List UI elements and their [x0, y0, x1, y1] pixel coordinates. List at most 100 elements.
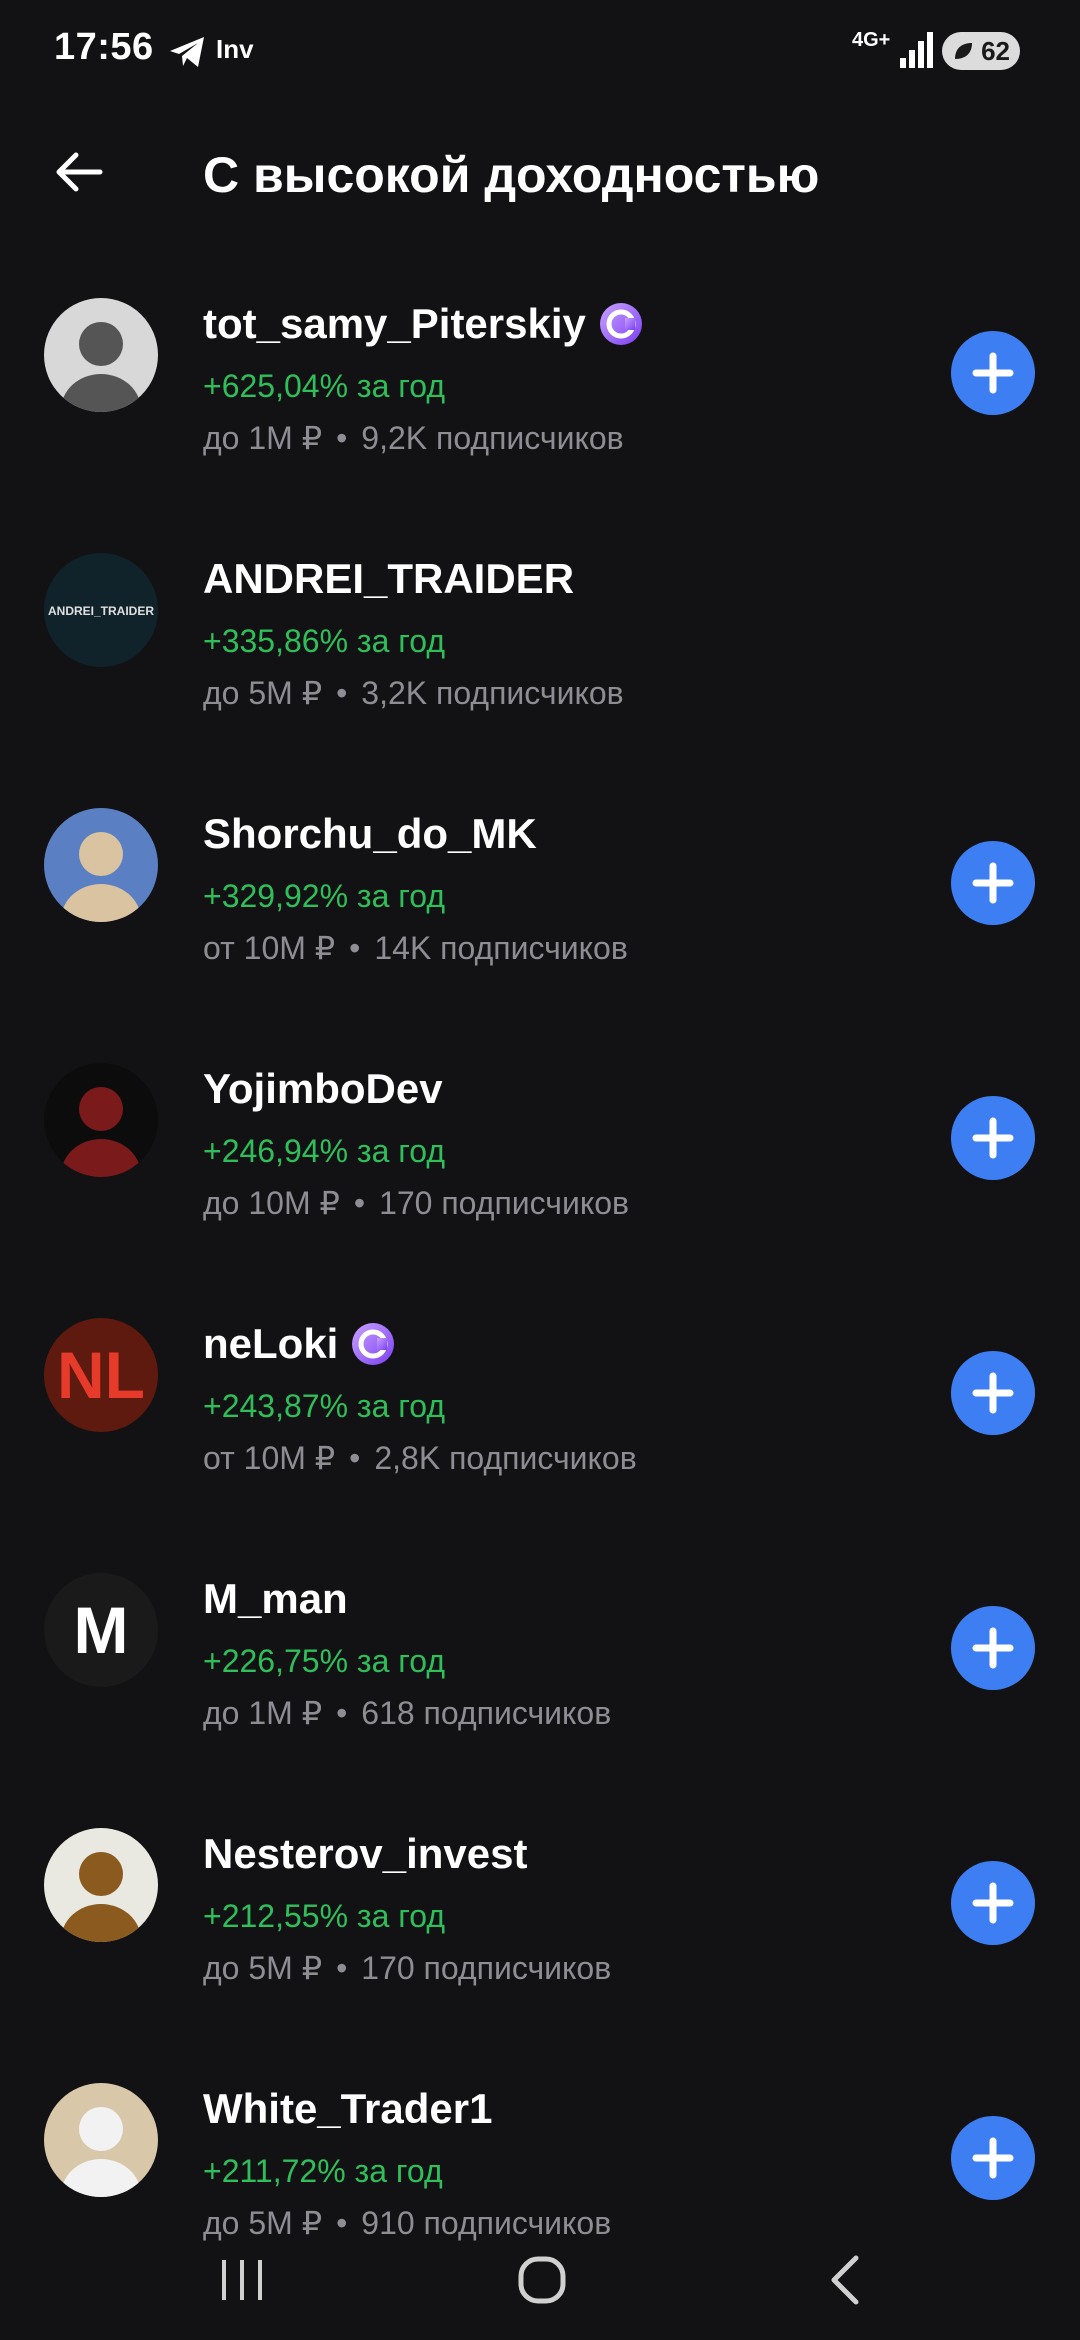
- author-name: White_Trader1: [203, 2085, 493, 2132]
- signal-icon: [900, 32, 933, 68]
- author-avatar[interactable]: ANDREI_TRAIDER: [44, 553, 158, 667]
- author-avatar[interactable]: M: [44, 1573, 158, 1687]
- subscriber-count: 2,8K подписчиков: [374, 1440, 637, 1476]
- plus-icon: [972, 1882, 1014, 1924]
- follow-button[interactable]: [951, 1096, 1035, 1180]
- author-avatar[interactable]: NL: [44, 1318, 158, 1432]
- subscriber-count: 3,2K подписчиков: [361, 675, 624, 711]
- author-name: Nesterov_invest: [203, 1830, 528, 1877]
- plus-icon: [972, 1372, 1014, 1414]
- author-yield: +335,86% за год: [203, 623, 445, 659]
- separator-dot: •: [336, 420, 348, 456]
- network-type: 4G+: [852, 29, 891, 51]
- author-meta: до 1М ₽ • 9,2K подписчиков: [203, 419, 624, 457]
- author-row[interactable]: NL neLoki +243,87% за год от 10М ₽ • 2,8K под…: [0, 1302, 1080, 1557]
- battery-level: 62: [981, 36, 1010, 66]
- follow-button[interactable]: [951, 1351, 1035, 1435]
- author-avatar[interactable]: [44, 1828, 158, 1942]
- author-name: neLoki: [203, 1320, 339, 1367]
- system-nav-bar: [0, 2240, 1080, 2310]
- author-avatar[interactable]: [44, 298, 158, 412]
- author-row[interactable]: tot_samy_Piterskiy +625,04% за год до 1М ₽…: [0, 282, 1080, 537]
- author-meta: до 10М ₽ • 170 подписчиков: [203, 1184, 629, 1222]
- author-name-line: White_Trader1: [203, 2085, 492, 2133]
- author-name: ANDREI_TRAIDER: [203, 555, 575, 602]
- status-time: 17:56: [54, 26, 154, 68]
- status-bar: 17:56 Inv 4G+ 62: [0, 0, 1080, 100]
- investment-range: до 5М ₽: [203, 2205, 323, 2241]
- authors-list: tot_samy_Piterskiy +625,04% за год до 1М ₽…: [0, 282, 1080, 2322]
- author-name-line: ANDREI_TRAIDER: [203, 555, 574, 603]
- subscriber-count: 618 подписчиков: [361, 1695, 612, 1731]
- plus-icon: [972, 1117, 1014, 1159]
- page-title: С высокой доходностью: [203, 147, 820, 203]
- author-yield: +211,72% за год: [203, 2153, 443, 2189]
- separator-dot: •: [336, 1695, 348, 1731]
- author-meta: до 5М ₽ • 910 подписчиков: [203, 2204, 611, 2242]
- investment-range: до 1М ₽: [203, 1695, 323, 1731]
- author-yield: +243,87% за год: [203, 1388, 445, 1424]
- investment-range: до 5М ₽: [203, 675, 323, 711]
- home-icon[interactable]: [512, 2250, 572, 2310]
- author-name-line: neLoki: [203, 1320, 396, 1368]
- separator-dot: •: [336, 1950, 348, 1986]
- author-row[interactable]: Shorchu_do_MK +329,92% за год от 10М ₽ • 14K…: [0, 792, 1080, 1047]
- app-indicator-text: Inv: [216, 34, 254, 64]
- investment-range: до 10М ₽: [203, 1185, 340, 1221]
- author-avatar[interactable]: [44, 1063, 158, 1177]
- follow-button[interactable]: [951, 1606, 1035, 1690]
- author-meta: до 5М ₽ • 170 подписчиков: [203, 1949, 611, 1987]
- follow-button[interactable]: [951, 2116, 1035, 2200]
- subscriber-count: 14K подписчиков: [374, 930, 628, 966]
- recent-apps-icon[interactable]: [212, 2250, 272, 2310]
- premium-badge-icon: [599, 303, 642, 345]
- author-yield: +625,04% за год: [203, 368, 445, 404]
- author-avatar[interactable]: [44, 2083, 158, 2197]
- investment-range: до 5М ₽: [203, 1950, 323, 1986]
- separator-dot: •: [349, 1440, 361, 1476]
- follow-button[interactable]: [951, 1861, 1035, 1945]
- subscriber-count: 910 подписчиков: [361, 2205, 612, 2241]
- plus-icon: [972, 1627, 1014, 1669]
- author-meta: от 10М ₽ • 14K подписчиков: [203, 929, 628, 967]
- author-name: tot_samy_Piterskiy: [203, 300, 586, 347]
- author-meta: до 1М ₽ • 618 подписчиков: [203, 1694, 611, 1732]
- investment-range: до 1М ₽: [203, 420, 323, 456]
- plus-icon: [972, 2137, 1014, 2179]
- plus-icon: [972, 862, 1014, 904]
- separator-dot: •: [353, 1185, 366, 1221]
- author-name: YojimboDev: [203, 1065, 443, 1112]
- back-arrow-icon[interactable]: [48, 142, 108, 202]
- author-yield: +212,55% за год: [203, 1898, 445, 1934]
- premium-badge-icon: [352, 1323, 395, 1365]
- author-row[interactable]: M M_man +226,75% за год до 1М ₽ • 618 подписч…: [0, 1557, 1080, 1812]
- battery-indicator: 62: [942, 32, 1020, 70]
- back-icon[interactable]: [816, 2250, 876, 2310]
- author-name-line: Shorchu_do_MK: [203, 810, 537, 858]
- author-row[interactable]: YojimboDev +246,94% за год до 10М ₽ • 170 по…: [0, 1047, 1080, 1302]
- author-avatar[interactable]: [44, 808, 158, 922]
- author-row[interactable]: Nesterov_invest +212,55% за год до 5М ₽ • 17…: [0, 1812, 1080, 2067]
- telegram-icon: [170, 37, 204, 67]
- svg-text:M: M: [74, 1593, 129, 1667]
- author-row[interactable]: ANDREI_TRAIDER ANDREI_TRAIDER +335,86% за …: [0, 537, 1080, 792]
- subscriber-count: 9,2K подписчиков: [361, 420, 624, 456]
- plus-icon: [972, 352, 1014, 394]
- svg-text:ANDREI_TRAIDER: ANDREI_TRAIDER: [48, 604, 154, 618]
- author-name: Shorchu_do_MK: [203, 810, 537, 857]
- author-yield: +246,94% за год: [203, 1133, 445, 1169]
- separator-dot: •: [349, 930, 361, 966]
- separator-dot: •: [336, 675, 348, 711]
- author-name-line: Nesterov_invest: [203, 1830, 528, 1878]
- subscriber-count: 170 подписчиков: [361, 1950, 612, 1986]
- battery-saver-icon: [955, 43, 972, 59]
- follow-button[interactable]: [951, 841, 1035, 925]
- author-yield: +329,92% за год: [203, 878, 445, 914]
- separator-dot: •: [336, 2205, 348, 2241]
- author-name-line: M_man: [203, 1575, 348, 1623]
- author-name-line: YojimboDev: [203, 1065, 443, 1113]
- author-name-line: tot_samy_Piterskiy: [203, 300, 644, 348]
- author-yield: +226,75% за год: [203, 1643, 445, 1679]
- follow-button[interactable]: [951, 331, 1035, 415]
- author-meta: от 10М ₽ • 2,8K подписчиков: [203, 1439, 637, 1477]
